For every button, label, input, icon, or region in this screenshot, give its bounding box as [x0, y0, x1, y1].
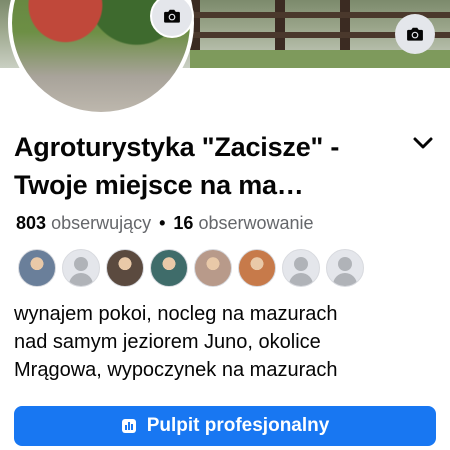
page-title-line: Agroturystyka "Zacisze" - [14, 132, 340, 162]
follower-avatar[interactable] [18, 249, 56, 287]
professional-dashboard-button[interactable]: Pulpit profesjonalny [14, 406, 436, 446]
default-avatar-body [289, 273, 313, 286]
default-avatar-icon [74, 257, 88, 271]
followers-count[interactable]: 803 [16, 213, 46, 233]
follower-avatar[interactable] [150, 249, 188, 287]
page-bio: wynajem pokoi, nocleg na mazurach nad sa… [14, 300, 434, 384]
chevron-down-icon [413, 137, 433, 149]
cover-camera-button[interactable] [395, 14, 435, 54]
camera-icon [407, 27, 423, 41]
follower-avatar[interactable] [62, 249, 100, 287]
follower-avatar[interactable] [194, 249, 232, 287]
page-title-line: Twoje miejsce na ma… [14, 170, 304, 200]
bio-line: Mrągowa, wypoczynek na mazurach [14, 359, 338, 381]
followers-label[interactable]: obserwujący [51, 213, 151, 233]
page-title: Agroturystyka "Zacisze" - Twoje miejsce … [14, 128, 404, 204]
following-label[interactable]: obserwowanie [198, 213, 313, 233]
professional-dashboard-label: Pulpit profesjonalny [146, 415, 330, 436]
title-dropdown-button[interactable] [410, 132, 436, 154]
bio-line: wynajem pokoi, nocleg na mazurach [14, 303, 338, 325]
camera-icon [164, 9, 180, 23]
following-count[interactable]: 16 [173, 213, 193, 233]
bio-line: nad samym jeziorem Juno, okolice [14, 331, 321, 353]
default-avatar-icon [294, 257, 308, 271]
follower-avatar[interactable] [282, 249, 320, 287]
default-avatar-body [333, 273, 357, 286]
stats-separator: • [159, 213, 166, 233]
default-avatar-icon [338, 257, 352, 271]
profile-picture-frame [8, 0, 194, 116]
follower-avatars[interactable] [18, 249, 364, 287]
follower-avatar[interactable] [326, 249, 364, 287]
follow-stats: 803 obserwujący • 16 obserwowanie [16, 213, 314, 234]
default-avatar-body [69, 273, 93, 286]
dashboard-icon [121, 419, 136, 433]
follower-avatar[interactable] [106, 249, 144, 287]
follower-avatar[interactable] [238, 249, 276, 287]
